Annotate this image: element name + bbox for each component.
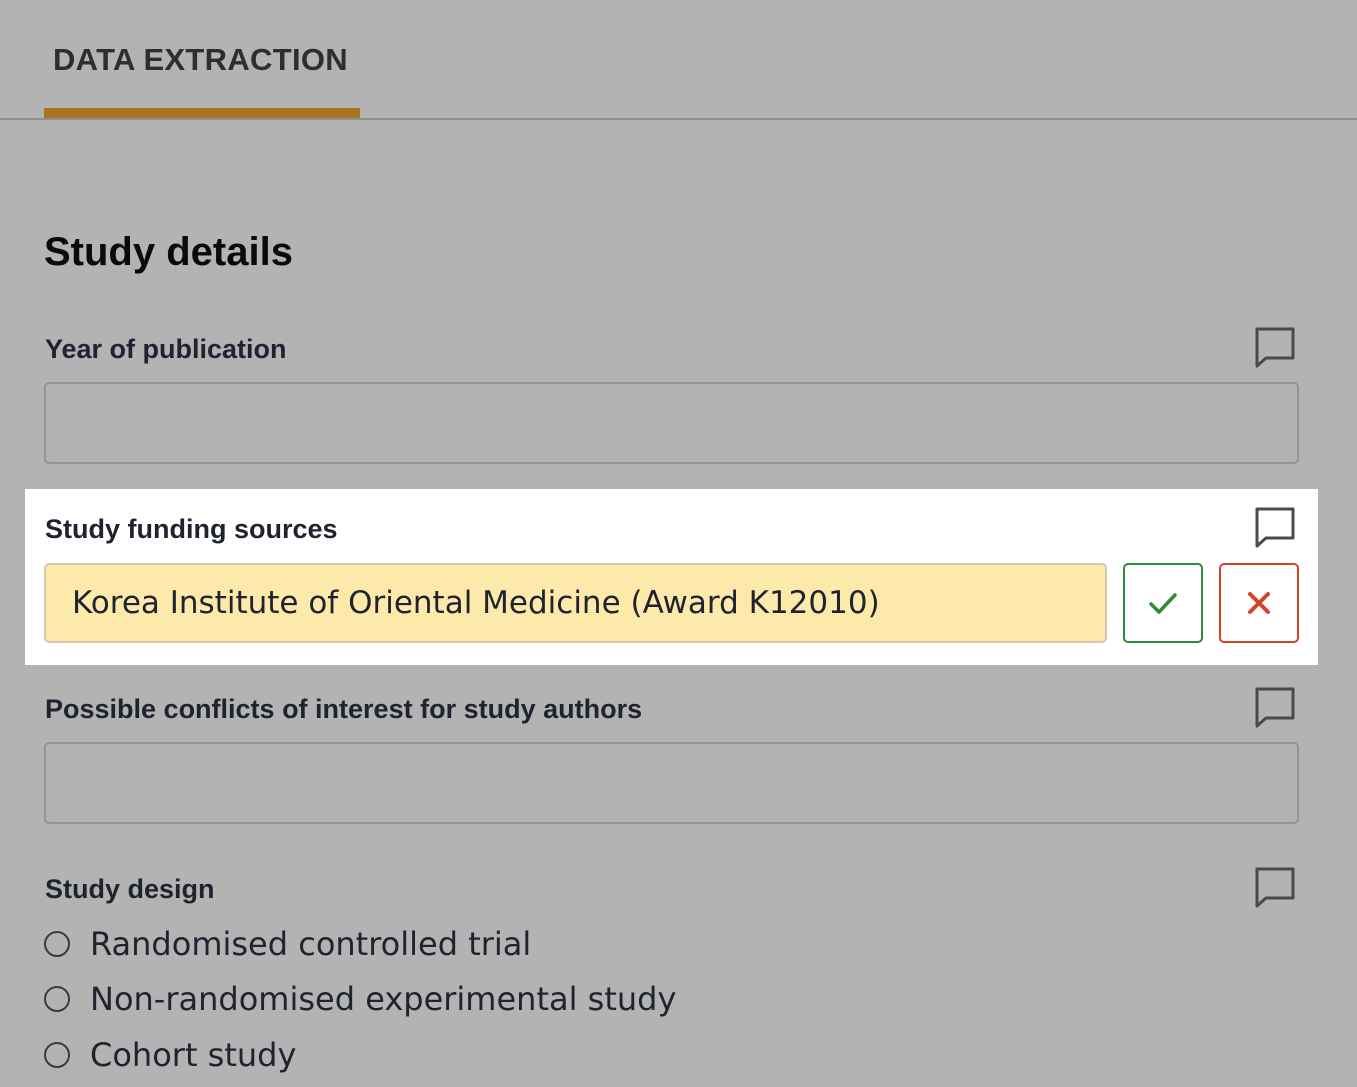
data-extraction-page: DATA EXTRACTION Study details Year of pu… xyxy=(0,0,1357,1087)
active-tab-indicator xyxy=(44,108,360,118)
tab-data-extraction[interactable]: DATA EXTRACTION xyxy=(44,0,360,118)
year-comment-button[interactable] xyxy=(1253,326,1297,370)
funding-comment-button[interactable] xyxy=(1253,506,1297,550)
conflicts-comment-button[interactable] xyxy=(1253,686,1297,730)
reject-button[interactable] xyxy=(1219,563,1299,643)
conflicts-of-interest-input[interactable] xyxy=(44,742,1299,824)
speech-bubble-icon xyxy=(1255,507,1295,548)
radio-option-label: Randomised controlled trial xyxy=(90,925,532,963)
radio-button[interactable] xyxy=(44,931,70,957)
radio-button[interactable] xyxy=(44,1042,70,1068)
radio-option-cohort-study[interactable]: Cohort study xyxy=(44,1035,296,1075)
speech-bubble-icon xyxy=(1255,687,1295,728)
check-icon xyxy=(1149,593,1177,614)
year-of-publication-input[interactable] xyxy=(44,382,1299,464)
conflicts-of-interest-label: Possible conflicts of interest for study… xyxy=(45,694,643,724)
accept-button[interactable] xyxy=(1123,563,1203,643)
funding-sources-input[interactable]: Korea Institute of Oriental Medicine (Aw… xyxy=(44,563,1107,643)
radio-option-non-randomised-experimental-study[interactable]: Non-randomised experimental study xyxy=(44,979,676,1019)
year-of-publication-label: Year of publication xyxy=(45,334,287,364)
x-icon xyxy=(1248,592,1270,614)
radio-option-randomised-controlled-trial[interactable]: Randomised controlled trial xyxy=(44,924,531,964)
radio-option-label: Non-randomised experimental study xyxy=(90,980,677,1018)
speech-bubble-icon xyxy=(1255,327,1295,368)
radio-button[interactable] xyxy=(44,986,70,1012)
radio-option-label: Cohort study xyxy=(90,1036,297,1074)
tab-bar: DATA EXTRACTION xyxy=(0,0,1357,120)
tab-label: DATA EXTRACTION xyxy=(53,42,348,77)
speech-bubble-icon xyxy=(1255,867,1295,908)
section-title: Study details xyxy=(44,230,293,274)
study-design-label: Study design xyxy=(45,874,215,904)
design-comment-button[interactable] xyxy=(1253,866,1297,910)
funding-sources-label: Study funding sources xyxy=(45,514,338,544)
